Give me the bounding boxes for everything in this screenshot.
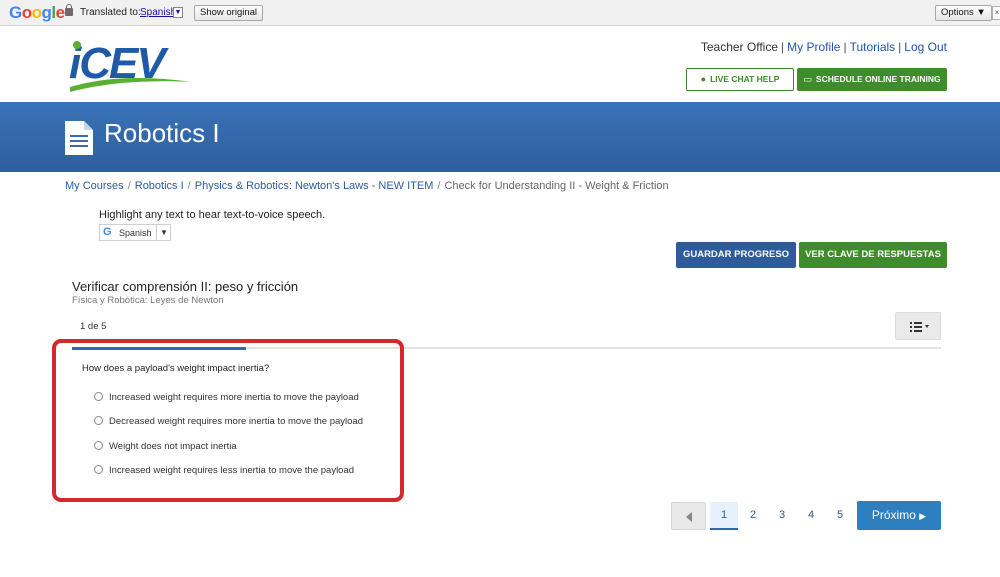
teacher-office-link[interactable]: Teacher Office	[701, 40, 778, 54]
icev-logo[interactable]: iCEV	[68, 40, 194, 96]
chat-icon: ●	[700, 74, 707, 84]
quiz-subtitle: Física y Robótica: Leyes de Newton	[72, 295, 224, 306]
page-1-button[interactable]: 1	[710, 502, 738, 530]
lock-icon	[65, 4, 73, 16]
laptop-icon: ▭	[803, 74, 812, 84]
translated-to-label: Translated to:	[80, 7, 141, 18]
document-icon	[65, 121, 93, 155]
previous-button[interactable]	[671, 502, 706, 530]
live-chat-button[interactable]: ● LIVE CHAT HELP	[686, 68, 794, 91]
answer-option[interactable]: Decreased weight requires more inertia t…	[94, 416, 363, 430]
question-list-button[interactable]	[895, 312, 941, 340]
google-logo: Google	[9, 3, 65, 22]
tutorials-link[interactable]: Tutorials	[850, 40, 896, 54]
google-g-icon: G	[103, 226, 112, 238]
options-button[interactable]: Options ▼	[935, 5, 992, 21]
breadcrumb-physics-robotics[interactable]: Physics & Robotics: Newton's Laws - NEW …	[195, 180, 434, 192]
show-original-button[interactable]: Show original	[194, 5, 264, 21]
question-text: How does a payload's weight impact inert…	[82, 363, 270, 374]
radio-button[interactable]	[94, 392, 103, 401]
answer-key-button[interactable]: VER CLAVE DE RESPUESTAS	[799, 242, 947, 268]
page-4-button[interactable]: 4	[797, 502, 825, 530]
page-5-button[interactable]: 5	[826, 502, 854, 530]
answer-option[interactable]: Increased weight requires less inertia t…	[94, 465, 354, 479]
chevron-down-icon: ▼	[156, 225, 168, 240]
top-links: Teacher Office | My Profile | Tutorials | Log …	[700, 40, 947, 54]
answer-option[interactable]: Weight does not impact inertia	[94, 441, 237, 455]
tts-language-select[interactable]: G Spanish ▼	[99, 224, 171, 241]
breadcrumb-robotics[interactable]: Robotics I	[135, 180, 184, 192]
breadcrumb-current: Check for Understanding II - Weight & Fr…	[444, 180, 669, 192]
translate-bar: Google Translated to: Spanish ▼ Show ori…	[0, 0, 1000, 26]
close-icon[interactable]: ×	[992, 6, 1000, 20]
answer-option[interactable]: Increased weight requires more inertia t…	[94, 392, 359, 406]
chevron-left-icon	[686, 512, 692, 522]
radio-button[interactable]	[94, 441, 103, 450]
list-icon	[910, 322, 929, 332]
schedule-training-button[interactable]: ▭ SCHEDULE ONLINE TRAINING	[797, 68, 947, 91]
language-dropdown-icon[interactable]: ▼	[173, 7, 183, 18]
log-out-link[interactable]: Log Out	[904, 40, 947, 54]
breadcrumb-my-courses[interactable]: My Courses	[65, 180, 124, 192]
page-3-button[interactable]: 3	[768, 502, 796, 530]
quiz-title: Verificar comprensión II: peso y fricció…	[72, 279, 299, 294]
question-counter: 1 de 5	[80, 321, 107, 332]
page-2-button[interactable]: 2	[739, 502, 767, 530]
my-profile-link[interactable]: My Profile	[787, 40, 840, 54]
page-title: Robotics I	[104, 118, 220, 148]
translate-language-link[interactable]: Spanish	[140, 7, 176, 18]
next-button[interactable]: Próximo ▶	[857, 501, 941, 530]
breadcrumb: My Courses / Robotics I / Physics & Robotics…	[65, 180, 669, 192]
caret-right-icon: ▶	[919, 511, 927, 521]
radio-button[interactable]	[94, 465, 103, 474]
radio-button[interactable]	[94, 416, 103, 425]
tts-hint: Highlight any text to hear text-to-voice…	[99, 209, 326, 221]
save-progress-button[interactable]: GUARDAR PROGRESO	[676, 242, 796, 268]
